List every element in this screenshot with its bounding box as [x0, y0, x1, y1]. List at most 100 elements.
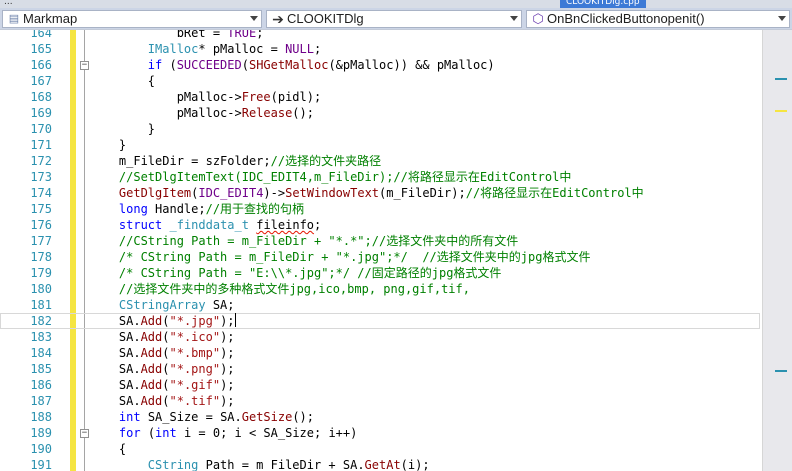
code-text[interactable]: /* CString Path = "E:\\*.jpg";*/ //固定路径的… [90, 265, 502, 281]
code-token: GetSize [241, 410, 293, 424]
code-line[interactable]: 176 struct _finddata_t fileinfo; [0, 217, 760, 233]
code-text[interactable]: GetDlgItem(IDC_EDIT4)->SetWindowText(m_F… [90, 185, 644, 201]
code-token: ( [140, 426, 156, 440]
code-line[interactable]: 188 int SA_Size = SA.GetSize(); [0, 409, 760, 425]
code-line[interactable]: 165 IMalloc* pMalloc = NULL; [0, 41, 760, 57]
code-text[interactable]: struct _finddata_t fileinfo; [90, 217, 321, 233]
code-line[interactable]: 170 } [0, 121, 760, 137]
code-text[interactable]: long Handle;//用于查找的句柄 [90, 201, 304, 217]
code-token: TRUE [227, 30, 257, 40]
code-token: (); [292, 410, 315, 424]
code-line[interactable]: 187 SA.Add("*.tif"); [0, 393, 760, 409]
code-token: Add [140, 378, 163, 392]
code-line[interactable]: 168 pMalloc->Free(pidl); [0, 89, 760, 105]
code-text[interactable]: bRet = TRUE; [90, 30, 264, 41]
vertical-scrollbar[interactable] [762, 30, 792, 471]
code-line[interactable]: 177 //CString Path = m_FileDir + "*.*";/… [0, 233, 760, 249]
line-number: 173 [30, 170, 52, 184]
code-line[interactable]: 169 pMalloc->Release(); [0, 105, 760, 121]
code-text[interactable]: SA.Add("*.bmp"); [90, 345, 235, 361]
code-text[interactable]: //CString Path = m_FileDir + "*.*";//选择文… [90, 233, 518, 249]
code-line[interactable]: 189 − for (int i = 0; i < SA_Size; i++) [0, 425, 760, 441]
line-number: 181 [30, 298, 52, 312]
code-text[interactable]: IMalloc* pMalloc = NULL; [90, 41, 321, 57]
document-tab-strip: ... CLOOKITDlg.cpp [0, 0, 792, 8]
code-editor[interactable]: 164 bRet = TRUE; 165 IMalloc* pMalloc = N… [0, 30, 792, 471]
code-text[interactable]: pMalloc->Free(pidl); [90, 89, 322, 105]
code-line[interactable]: 179 /* CString Path = "E:\\*.jpg";*/ //固… [0, 265, 760, 281]
tab-active-file[interactable]: CLOOKITDlg.cpp [560, 0, 646, 8]
code-text[interactable]: SA.Add("*.tif"); [90, 393, 235, 409]
code-token: (pidl); [270, 90, 322, 104]
code-token: "*.png" [169, 362, 221, 376]
code-text[interactable]: { [90, 73, 155, 89]
code-token: ( [241, 58, 249, 72]
code-text[interactable]: SA.Add("*.png"); [90, 361, 235, 377]
code-text[interactable]: m_FileDir = szFolder;//选择的文件夹路径 [90, 153, 381, 169]
line-number: 184 [30, 346, 52, 360]
code-line[interactable]: 166− if (SUCCEEDED(SHGetMalloc(&pMalloc)… [0, 57, 760, 73]
code-text[interactable]: { [90, 441, 126, 457]
code-text[interactable]: SA.Add("*.jpg"); [90, 313, 236, 329]
code-line[interactable]: 181 CStringArray SA; [0, 297, 760, 313]
code-token: SA. [90, 378, 141, 392]
code-line[interactable]: 172 m_FileDir = szFolder;//选择的文件夹路径 [0, 153, 760, 169]
code-line[interactable]: 167 { [0, 73, 760, 89]
code-text[interactable]: CStringArray SA; [90, 297, 235, 313]
project-dropdown[interactable]: ▤ Markmap [2, 10, 262, 28]
code-text[interactable]: int SA_Size = SA.GetSize(); [90, 409, 314, 425]
code-text[interactable]: } [90, 121, 155, 137]
collapse-toggle-icon[interactable]: − [80, 61, 89, 70]
code-line[interactable]: 175 long Handle;//用于查找的句柄 [0, 201, 760, 217]
tab-fragment[interactable]: ... [4, 0, 13, 8]
chevron-down-icon[interactable] [510, 16, 518, 21]
class-dropdown[interactable]: ➔ CLOOKITDlg [266, 10, 522, 28]
code-token: ( [162, 394, 170, 408]
code-token: m_FileDir = szFolder; [90, 154, 271, 168]
code-line[interactable]: 185 SA.Add("*.png"); [0, 361, 760, 377]
code-token: Add [140, 362, 163, 376]
chevron-down-icon[interactable] [778, 16, 786, 21]
code-line[interactable]: 191 CString Path = m_FileDir + SA.GetAt(… [0, 457, 760, 471]
code-text[interactable]: SA.Add("*.ico"); [90, 329, 235, 345]
code-text[interactable]: pMalloc->Release(); [90, 105, 314, 121]
member-dropdown[interactable]: ⬡ OnBnClickedButtonopenit() [526, 10, 790, 28]
code-line[interactable]: 173 //SetDlgItemText(IDC_EDIT4,m_FileDir… [0, 169, 760, 185]
code-text[interactable]: SA.Add("*.gif"); [90, 377, 235, 393]
code-token: ); [220, 394, 235, 408]
code-line[interactable]: 183 SA.Add("*.ico"); [0, 329, 760, 345]
code-lines[interactable]: 164 bRet = TRUE; 165 IMalloc* pMalloc = N… [0, 30, 760, 471]
code-text[interactable]: //选择文件夹中的多种格式文件jpg,ico,bmp, png,gif,tif, [90, 281, 470, 297]
code-line[interactable]: 178 /* CString Path = m_FileDir + "*.jpg… [0, 249, 760, 265]
code-line[interactable]: 174 GetDlgItem(IDC_EDIT4)->SetWindowText… [0, 185, 760, 201]
code-line[interactable]: 182 SA.Add("*.jpg"); [0, 313, 760, 329]
code-text[interactable]: for (int i = 0; i < SA_Size; i++) [90, 425, 357, 441]
code-text[interactable]: //SetDlgItemText(IDC_EDIT4,m_FileDir);//… [90, 169, 571, 185]
code-token: SA. [90, 314, 141, 328]
code-text[interactable]: /* CString Path = m_FileDir + "*.jpg";*/… [90, 249, 591, 265]
code-line[interactable]: 186 SA.Add("*.gif"); [0, 377, 760, 393]
code-token: if [147, 58, 163, 72]
code-token: //选择文件夹中的多种格式文件jpg,ico,bmp, png,gif,tif, [90, 282, 470, 296]
code-token: long [118, 202, 148, 216]
line-number: 190 [30, 442, 52, 456]
code-line[interactable]: 190 { [0, 441, 760, 457]
code-line[interactable]: 171 } [0, 137, 760, 153]
code-text[interactable]: if (SUCCEEDED(SHGetMalloc(&pMalloc)) && … [90, 57, 495, 73]
code-line[interactable]: 180 //选择文件夹中的多种格式文件jpg,ico,bmp, png,gif,… [0, 281, 760, 297]
collapse-toggle-icon[interactable]: − [80, 429, 89, 438]
code-text[interactable]: CString Path = m_FileDir + SA.GetAt(i); [90, 457, 430, 471]
code-token: IDC_EDIT4 [198, 186, 264, 200]
project-dropdown-label: Markmap [23, 11, 78, 26]
code-text[interactable]: } [90, 137, 126, 153]
code-line[interactable]: 184 SA.Add("*.bmp"); [0, 345, 760, 361]
code-line[interactable]: 164 bRet = TRUE; [0, 30, 760, 41]
chevron-down-icon[interactable] [250, 16, 258, 21]
line-number: 169 [30, 106, 52, 120]
code-token: ; [314, 218, 322, 232]
